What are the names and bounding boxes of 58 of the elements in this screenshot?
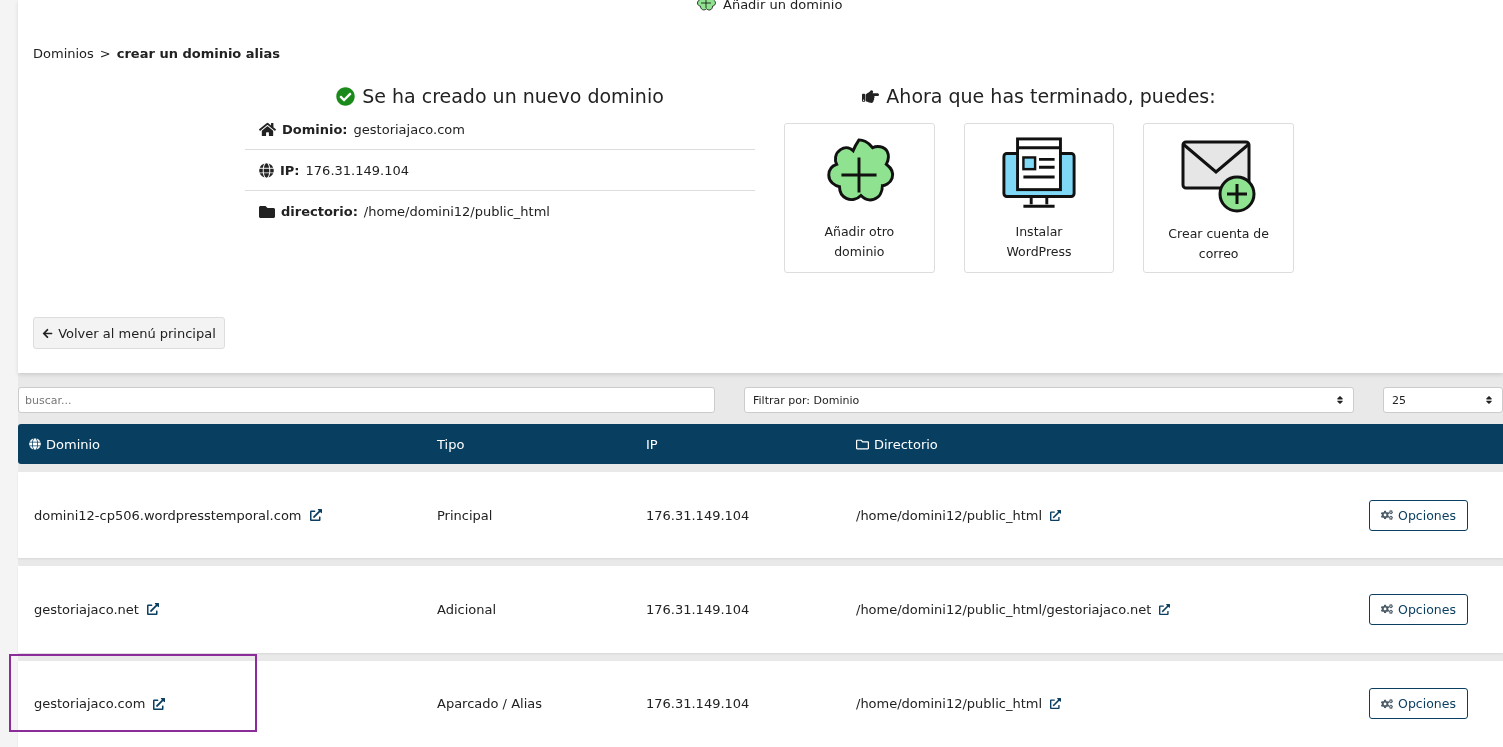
external-link-icon[interactable] [146, 603, 159, 616]
column-heading: Dominio [46, 436, 101, 452]
home-icon [259, 120, 276, 138]
folder-icon [259, 203, 275, 220]
options-button[interactable]: Opciones [1369, 499, 1468, 531]
detail-label: Dominio: [282, 121, 348, 137]
domain-name: gestoriajaco.com [34, 696, 146, 712]
domain-type: Adicional [437, 601, 497, 617]
directory-path: /home/domini12/public_html [856, 507, 1043, 523]
search-field[interactable]: buscar... [18, 387, 715, 414]
next-steps-title: Ahora que has terminado, puedes: [886, 85, 1216, 107]
detail-value: 176.31.149.104 [305, 162, 409, 178]
domain-type: Aparcado / Alias [437, 696, 542, 712]
card-label: Añadir otro dominio [823, 223, 896, 261]
directory-path: /home/domini12/public_html/gestoriajaco.net [856, 601, 1152, 617]
options-button[interactable]: Opciones [1369, 688, 1468, 720]
back-button[interactable]: Volver al menú principal [33, 317, 225, 349]
domain-name: gestoriajaco.net [34, 601, 139, 617]
action-card[interactable]: Instalar WordPress [963, 123, 1115, 273]
breadcrumb-separator: > [99, 46, 111, 61]
external-link-icon[interactable] [1159, 603, 1171, 615]
folder-icon [856, 437, 869, 451]
breadcrumb-link[interactable]: Dominios [33, 46, 94, 61]
detail-value: /home/domini12/public_html [363, 204, 550, 219]
detail-label: IP: [280, 162, 300, 178]
external-link-icon[interactable] [1050, 698, 1062, 710]
external-link-icon[interactable] [309, 509, 322, 522]
ip-address: 176.31.149.104 [646, 507, 750, 523]
ip-address: 176.31.149.104 [646, 601, 750, 617]
ip-address: 176.31.149.104 [646, 696, 750, 712]
card-label: Crear cuenta de correo [1167, 225, 1270, 263]
external-link-icon[interactable] [153, 697, 166, 710]
gears-icon [1381, 509, 1394, 522]
sort-icon [1484, 395, 1494, 406]
external-link-icon[interactable] [1050, 509, 1062, 521]
options-button[interactable]: Opciones [1369, 593, 1468, 625]
domain-type: Principal [437, 507, 493, 523]
gears-icon [1381, 603, 1394, 616]
directory-path: /home/domini12/public_html [856, 696, 1043, 712]
detail-label: directorio: [281, 204, 358, 219]
success-title: Se ha creado un nuevo dominio [362, 85, 664, 107]
column-heading: Directorio [874, 436, 938, 452]
sort-icon [1335, 395, 1345, 406]
action-card[interactable]: Añadir otro dominio [784, 123, 935, 273]
column-heading: IP [646, 436, 658, 452]
action-card[interactable]: Crear cuenta de correo [1143, 123, 1294, 273]
pointing-hand-icon [862, 87, 880, 105]
column-heading: Tipo [437, 436, 465, 452]
filter-select[interactable]: Filtrar por: Dominio [744, 387, 1354, 414]
breadcrumb-current: crear un dominio alias [116, 46, 280, 61]
gears-icon [1381, 697, 1394, 710]
detail-value: gestoriajaco.com [353, 121, 465, 137]
card-label: Instalar WordPress [1005, 223, 1073, 261]
globe-icon [29, 438, 41, 451]
globe-icon [259, 162, 274, 178]
per-page-select[interactable]: 25 [1383, 387, 1503, 414]
domain-name: domini12-cp506.wordpresstemporal.com [34, 507, 302, 523]
arrow-left-icon [42, 327, 54, 339]
